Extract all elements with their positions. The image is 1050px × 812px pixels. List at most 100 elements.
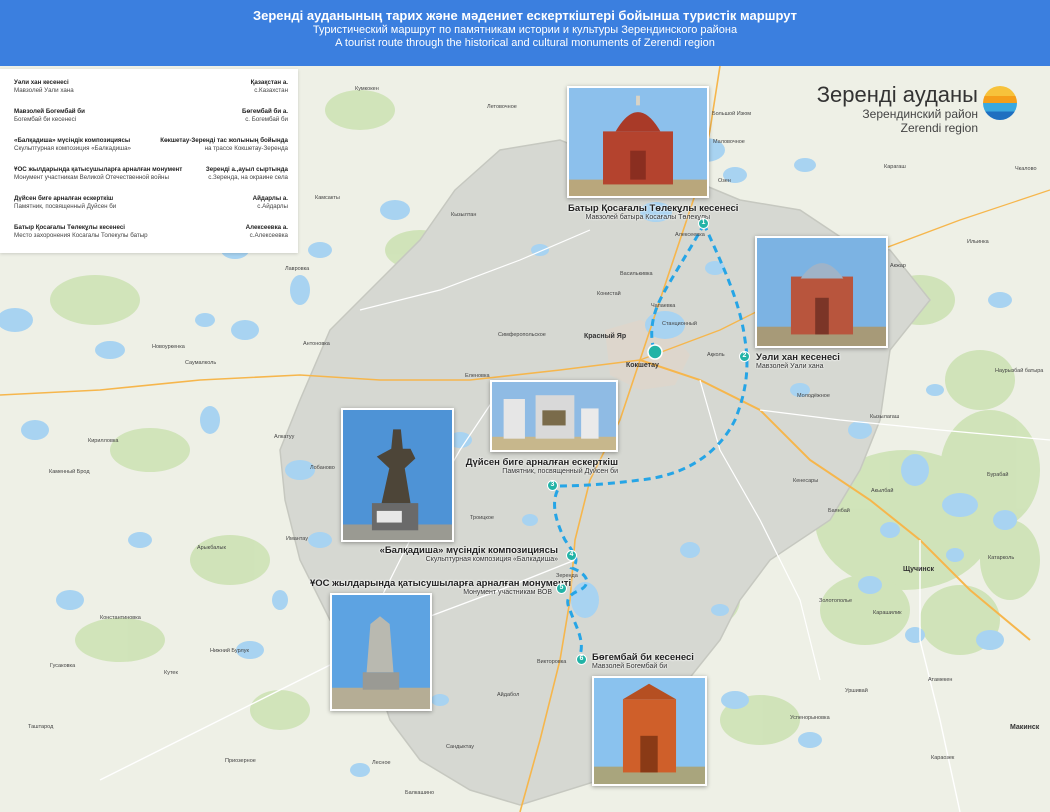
town-label: Таштарод [28,724,54,730]
legend-subtitle: Памятник, посвященный Дуйсен би [14,203,117,210]
city-label: Щучинск [903,566,935,573]
legend-location-ru: с.Казахстан [254,87,288,94]
site-subtitle: Мавзолей Богембай би [592,663,668,670]
region-logo [983,86,1017,120]
legend-location: Айдарлы а. [252,195,288,202]
photo-site-6-mausoleum[interactable] [592,676,707,786]
title-ru: Туристический маршрут по памятникам исто… [312,24,738,36]
town-label: Кенесары [793,478,819,484]
town-label: Чапаевка [651,303,676,309]
legend-location-ru: с. Богембай би [245,116,288,123]
town-label: Кумкокен [355,86,379,92]
town-label: Золотополье [819,598,853,604]
town-label: Алкатуу [274,434,295,440]
town-label: Нижний Бурлук [210,648,249,654]
town-label: Ақколь [707,352,725,358]
site-subtitle: Мавзолей Уали хана [756,363,824,370]
site-subtitle: Скульптурная композиция «Балкадиша» [425,556,558,563]
town-label: Атамекен [928,677,953,683]
town-label: Константиновка [100,615,141,621]
city-label: Макинск [1010,724,1040,731]
town-label: Ильинка [967,239,989,245]
legend-location: Көкшетау-Зеренді тас жолының бойында [160,137,288,144]
legend-subtitle: Богембай би кесенесі [14,116,77,123]
town-label: Кутек [164,670,178,676]
route-marker-2[interactable]: 2 [739,351,750,362]
town-label: Саумалколь [185,360,217,366]
kokshetau-location-marker[interactable] [647,344,663,360]
site-title: Дүйсен биге арналған ескерткіш [465,457,618,468]
town-label: Лавровка [285,266,310,272]
legend-row: ҰОС жылдарында қатысушыларға арналған мо… [14,166,288,195]
region-title: Зеренді ауданы Зерендинский район Zerend… [817,82,978,135]
legend-location: Қазақстан а. [250,79,288,86]
legend-row: Дүйсен биге арналған ескерткіш Памятник, … [14,195,288,224]
town-label: Еленовка [465,373,490,379]
site-subtitle: Памятник, посвященный Дуйсен би [502,468,618,475]
town-label: Каменный Брод [49,469,90,475]
town-label: Маловочное [713,139,745,145]
town-label: Василькивка [620,271,653,277]
caption-site-2: Уәли хан кесенесі Мавзолей Уали хана [756,352,840,370]
route-marker-1[interactable]: 1 [698,218,709,229]
photo-site-2-mausoleum[interactable] [755,236,888,348]
town-label: Конистай [597,291,621,297]
site-title: «Балқадиша» мүсіндік композициясы [379,545,558,556]
caption-site-4: «Балқадиша» мүсіндік композициясы Скульп… [358,545,558,563]
legend-title: Мавзолей Богембай би [14,108,85,115]
legend-location-ru: с.Зеренда, на окраине села [208,174,288,181]
legend-row: Батыр Қосағалы Төлекұлы кесенесі Место за… [14,224,288,253]
legend-row: «Балқадиша» мүсіндік композициясы Скульпт… [14,137,288,166]
town-label: Викторовка [537,659,567,665]
city-label: Красный Яр [584,333,627,340]
town-label: Озен [718,178,731,184]
site-title: Батыр Қосағалы Төлекұлы кесенесі [568,203,739,214]
region-name-ru: Зерендинский район [862,107,978,121]
photo-site-3-monument[interactable] [490,380,618,452]
town-label: Сандыктау [446,744,474,750]
legend-location-ru: с.Алексеевка [249,232,288,239]
town-label: Балкашино [405,790,435,796]
title-en: A tourist route through the historical a… [335,37,715,49]
legend-location: Бөгембай би а. [242,108,288,115]
route-marker-4[interactable]: 4 [566,550,577,561]
town-label: Станционный [662,321,697,327]
town-label: Новоуркенка [152,344,185,350]
town-label: Алексеевка [675,232,705,238]
town-label: Акылбай [871,488,894,494]
site-title: Уәли хан кесенесі [756,352,840,363]
caption-site-3: Дүйсен биге арналған ескерткіш Памятник,… [450,457,618,475]
site-subtitle: Мавзолей батыра Косағалы Төлекұлы [585,214,710,221]
route-marker-3[interactable]: 3 [547,480,558,491]
town-label: Уршивай [845,688,868,694]
legend-subtitle: Мавзолей Уали хана [14,87,74,94]
town-label: Айдабол [497,692,520,698]
legend-row: Мавзолей Богембай би Богембай би кесенесі… [14,108,288,137]
region-name-en: Zerendi region [900,121,978,135]
town-label: Акжар [890,263,906,269]
town-label: Имантау [286,536,309,542]
city-label: Кокшетау [626,362,659,369]
title-kz: Зеренді ауданының тарих және мәдениет ес… [252,8,798,23]
route-marker-6[interactable]: 6 [576,654,587,665]
town-label: Карагаш [884,164,906,170]
legend-title: Уәли хан кесенесі [14,79,69,86]
route-marker-5[interactable]: 5 [556,583,567,594]
town-label: Наурызбай батыра [995,368,1044,374]
town-label: Большой Изюм [712,111,752,117]
town-label: Караозек [931,755,955,761]
legend-location: Зеренді а.,ауыл сыртында [205,166,288,173]
legend-title: ҰОС жылдарында қатысушыларға арналған мо… [14,166,183,173]
town-label: Молодёжное [797,393,830,399]
header-banner: Зеренді ауданының тарих және мәдениет ес… [0,0,1050,66]
photo-site-1-mausoleum[interactable] [567,86,709,198]
caption-site-6: Бөгембай би кесенесі Мавзолей Богембай б… [592,652,694,670]
photo-site-5-monument[interactable] [330,593,432,711]
town-label: Кирилловка [88,438,119,444]
town-label: Летовочное [487,104,517,110]
photo-site-4-sculpture[interactable] [341,408,454,542]
town-label: Антоновка [303,341,330,347]
town-label: Лобаново [310,465,335,471]
town-label: Троицкое [470,515,494,521]
town-label: Чкалово [1015,166,1037,172]
